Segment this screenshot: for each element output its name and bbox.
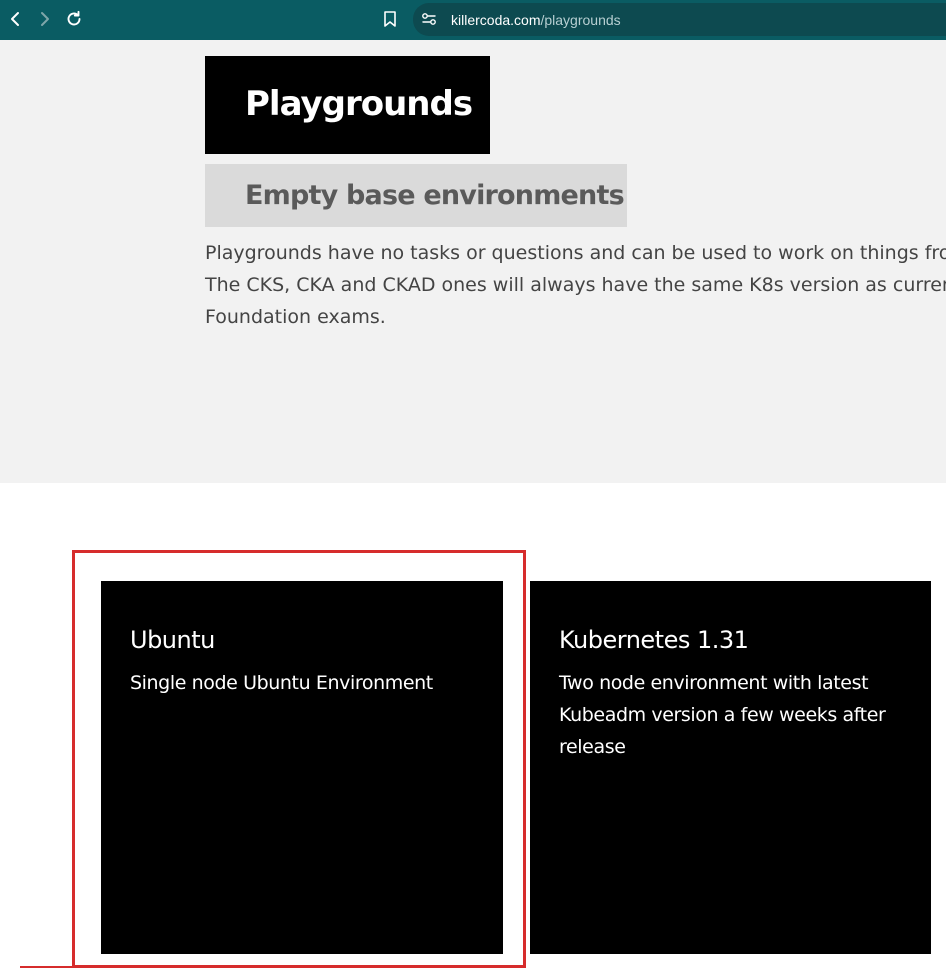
url-path: /playgrounds [540, 12, 621, 28]
card-title: Kubernetes 1.31 [559, 626, 749, 654]
card-description: Single node Ubuntu Environment [130, 672, 433, 694]
intro-line: Foundation exams. [205, 306, 386, 328]
card-title: Ubuntu [130, 626, 215, 654]
url-host: killercoda.com [451, 12, 541, 28]
intro-text: Playgrounds have no tasks or questions a… [205, 237, 946, 333]
bookmark-icon [384, 11, 396, 27]
page-title-banner: Playgrounds [205, 56, 490, 154]
playground-card-kubernetes[interactable]: Kubernetes 1.31 Two node environment wit… [530, 581, 931, 954]
page-subtitle: Empty base environments [245, 180, 625, 211]
chevron-right-icon [41, 12, 49, 26]
intro-line: The CKS, CKA and CKAD ones will always h… [205, 274, 946, 296]
reload-icon [67, 10, 81, 26]
chevron-left-icon [11, 12, 19, 26]
page-subtitle-banner: Empty base environments [205, 164, 627, 227]
playground-card-ubuntu[interactable]: Ubuntu Single node Ubuntu Environment [101, 581, 503, 954]
reload-button[interactable] [64, 9, 84, 29]
hero-section: Playgrounds Empty base environments Play… [0, 40, 946, 483]
intro-line: Playgrounds have no tasks or questions a… [205, 242, 946, 264]
page-title: Playgrounds [245, 84, 473, 124]
back-button[interactable] [5, 9, 25, 29]
site-info-button[interactable] [421, 11, 437, 27]
url-text[interactable]: killercoda.com/playgrounds [451, 11, 621, 29]
browser-toolbar: killercoda.com/playgrounds [0, 0, 946, 40]
forward-button[interactable] [35, 9, 55, 29]
site-settings-icon [422, 13, 436, 25]
bookmark-button[interactable] [381, 10, 399, 28]
card-description: Two node environment with latest Kubeadm… [559, 672, 886, 758]
